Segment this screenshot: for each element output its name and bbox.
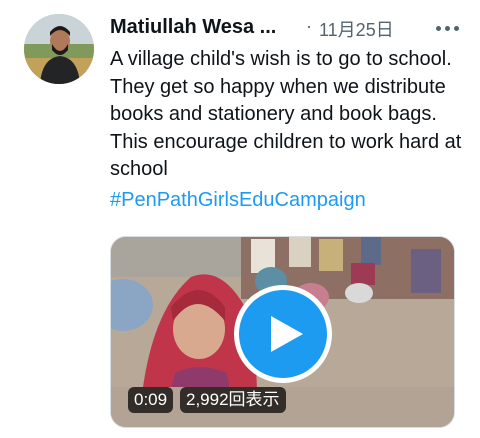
author-name[interactable]: Matiullah Wesa ... bbox=[110, 16, 276, 39]
tweet[interactable]: Matiullah Wesa ... · 11月25日 A village ch… bbox=[0, 0, 480, 438]
more-dot bbox=[435, 25, 441, 31]
video-player[interactable]: 0:09 2,992回表示 bbox=[110, 236, 455, 428]
tweet-text: A village child's wish is to go to schoo… bbox=[110, 48, 462, 180]
separator-dot: · bbox=[306, 16, 312, 36]
play-icon bbox=[271, 316, 303, 352]
play-button[interactable] bbox=[234, 285, 332, 383]
tweet-date[interactable]: 11月25日 bbox=[319, 16, 394, 42]
tweet-header: Matiullah Wesa ... · 11月25日 bbox=[110, 14, 460, 44]
avatar-image bbox=[24, 14, 94, 84]
more-dot bbox=[444, 25, 450, 31]
view-count: 2,992回表示 bbox=[180, 387, 286, 413]
video-duration: 0:09 bbox=[128, 387, 174, 413]
hashtag-link[interactable]: #PenPathGirlsEduCampaign bbox=[110, 189, 366, 212]
more-dot bbox=[453, 25, 459, 31]
more-options-icon[interactable] bbox=[432, 14, 462, 42]
avatar[interactable] bbox=[24, 14, 94, 84]
